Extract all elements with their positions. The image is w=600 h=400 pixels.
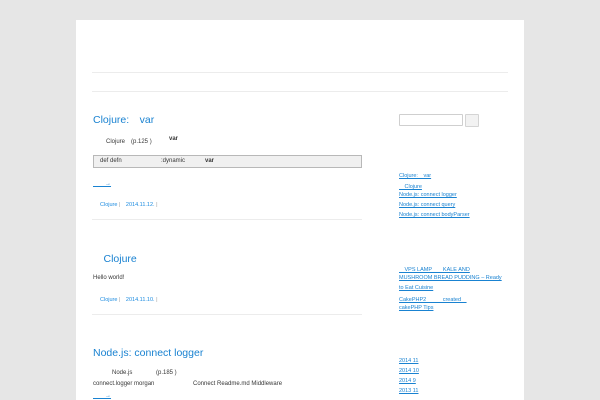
post-divider (92, 219, 362, 220)
recent-comment-link[interactable]: to Eat Cuisine (399, 285, 433, 291)
entry-meta: Clojure | 2014.11.12. | (100, 202, 158, 208)
search-input[interactable] (399, 114, 463, 126)
continue-reading-link[interactable]: → (93, 390, 111, 399)
nav-divider (92, 91, 508, 92)
search-button[interactable] (465, 114, 479, 127)
recent-post-link[interactable]: Node.js: connect logger (399, 192, 457, 198)
post-text: Clojure (p.125 ) (106, 139, 152, 145)
category-link[interactable]: Clojure (100, 297, 117, 303)
recent-comment-link[interactable]: CakePHP2 created (399, 295, 467, 303)
recent-post-link[interactable]: Clojure: var (399, 171, 431, 179)
recent-comment-link[interactable]: MUSHROOM BREAD PUDDING – Ready (399, 275, 502, 281)
recent-post-link[interactable]: Node.js: connect bodyParser (399, 212, 470, 218)
archive-link[interactable]: 2013 11 (399, 388, 418, 394)
page-container: Clojure: var Clojure (p.125 ) var def de… (76, 20, 524, 400)
code-token: def defn (100, 158, 122, 164)
category-link[interactable]: Clojure (100, 202, 117, 208)
post-text: (p.185 ) (156, 370, 177, 376)
recent-comment-link[interactable]: VPS LAMP KALE AND (399, 265, 470, 273)
post-title[interactable]: Clojure (93, 251, 136, 266)
post-text: Node.js (112, 370, 133, 376)
post-text: connect.logger morgan (93, 381, 155, 387)
entry-meta: Clojure | 2014.11.10. | (100, 297, 158, 303)
date-link[interactable]: 2014.11.12. (126, 202, 155, 208)
archive-link[interactable]: 2014 10 (399, 368, 419, 374)
post-text-bold: var (169, 136, 179, 142)
date-link[interactable]: 2014.11.10. (126, 297, 155, 303)
recent-post-link[interactable]: Clojure (399, 182, 422, 190)
continue-reading-link[interactable]: → (93, 178, 111, 187)
code-token: :dynamic (161, 158, 186, 164)
recent-comment-link[interactable]: cakePHP Tips (399, 305, 433, 311)
archive-link[interactable]: 2014 9 (399, 378, 416, 384)
post-text: Hello world! (93, 275, 125, 281)
post-divider (92, 314, 362, 315)
post-title[interactable]: Clojure: var (93, 112, 154, 127)
post-text: Connect Readme.md Middleware (193, 381, 283, 387)
recent-post-link[interactable]: Node.js: connect query (399, 202, 455, 208)
code-token: var (205, 158, 215, 164)
archive-link[interactable]: 2014 11 (399, 358, 418, 364)
header-divider (92, 72, 508, 73)
post-title[interactable]: Node.js: connect logger (93, 347, 203, 359)
code-block: def defn :dynamic var (93, 155, 362, 168)
